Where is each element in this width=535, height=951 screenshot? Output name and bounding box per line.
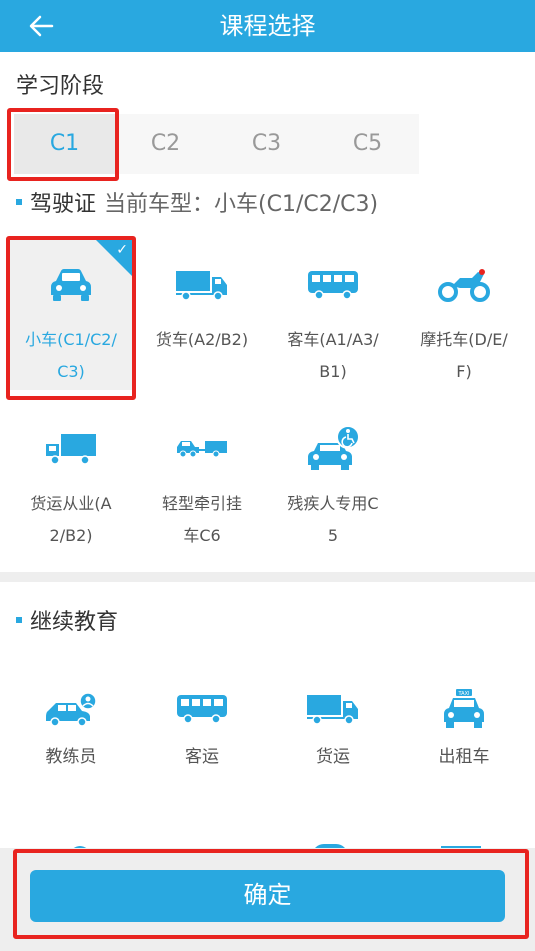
- license-section-title: 驾驶证: [30, 192, 97, 217]
- page-title: 课程选择: [219, 12, 316, 40]
- license-item-truck[interactable]: 货车(A2/B2): [141, 240, 263, 390]
- tab-c2[interactable]: C2: [115, 114, 216, 174]
- tab-c5[interactable]: C5: [317, 114, 418, 174]
- edu-item-passenger[interactable]: 客运: [141, 676, 263, 786]
- tab-c3[interactable]: C3: [216, 114, 317, 174]
- license-item-freight[interactable]: 货运从业(A2/B2): [10, 404, 132, 554]
- license-item-car[interactable]: 小车(C1/C2/C3) ✓: [10, 240, 132, 390]
- edu-item-coach[interactable]: 教练员: [10, 676, 132, 786]
- trailer-icon: [141, 426, 263, 472]
- edu-item-label: 出租车: [438, 747, 490, 767]
- license-section-header: 驾驶证 当前车型：小车(C1/C2/C3): [16, 186, 378, 218]
- edu-item-freight[interactable]: 货运: [272, 676, 394, 786]
- edu-item-label: 货运: [316, 747, 350, 767]
- section-marker: [16, 199, 22, 205]
- license-item-label: 客车(A1/A3/B1): [287, 330, 379, 381]
- edu-item-label: 客运: [185, 747, 219, 767]
- continuing-section-title: 继续教育: [30, 610, 119, 635]
- freight-truck-icon: [10, 426, 132, 472]
- edu-item-label: 教练员: [45, 747, 97, 767]
- top-bar: 课程选择: [0, 0, 535, 52]
- current-vehicle-type: 当前车型：小车(C1/C2/C3): [104, 192, 379, 217]
- confirm-button[interactable]: 确定: [30, 870, 505, 922]
- coach-car-icon: [10, 686, 132, 732]
- motorcycle-icon: [403, 262, 525, 308]
- taxi-icon: TAXI: [403, 686, 525, 732]
- section-divider: [0, 572, 535, 582]
- license-item-bus[interactable]: 客车(A1/A3/B1): [272, 240, 394, 390]
- license-item-motorcycle[interactable]: 摩托车(D/E/F): [403, 240, 525, 390]
- continuing-section-header: 继续教育: [16, 604, 118, 636]
- license-item-label: 残疾人专用C5: [287, 494, 379, 545]
- arrow-left-icon: [29, 15, 54, 37]
- bus-icon: [141, 686, 263, 732]
- stage-section-title: 学习阶段: [16, 74, 105, 99]
- license-item-label: 货运从业(A2/B2): [30, 494, 112, 545]
- license-item-label: 摩托车(D/E/F): [420, 330, 508, 381]
- bottom-bar: 确定: [0, 848, 535, 951]
- license-item-label: 货车(A2/B2): [155, 330, 249, 349]
- truck-icon: [272, 686, 394, 732]
- edu-item-taxi[interactable]: TAXI 出租车: [403, 676, 525, 786]
- svg-text:TAXI: TAXI: [458, 691, 470, 697]
- license-item-label: 轻型牵引挂车C6: [161, 494, 242, 545]
- section-marker: [16, 617, 22, 623]
- bus-icon: [272, 262, 394, 308]
- back-button[interactable]: [22, 8, 62, 44]
- tab-c1[interactable]: C1: [14, 114, 115, 174]
- stage-tabs: C1 C2 C3 C5: [14, 114, 419, 174]
- truck-icon: [141, 262, 263, 308]
- license-item-label: 小车(C1/C2/C3): [25, 330, 117, 381]
- license-item-accessible[interactable]: 残疾人专用C5: [272, 404, 394, 554]
- license-item-trailer[interactable]: 轻型牵引挂车C6: [141, 404, 263, 554]
- accessible-car-icon: [272, 425, 394, 472]
- check-icon: ✓: [116, 242, 128, 258]
